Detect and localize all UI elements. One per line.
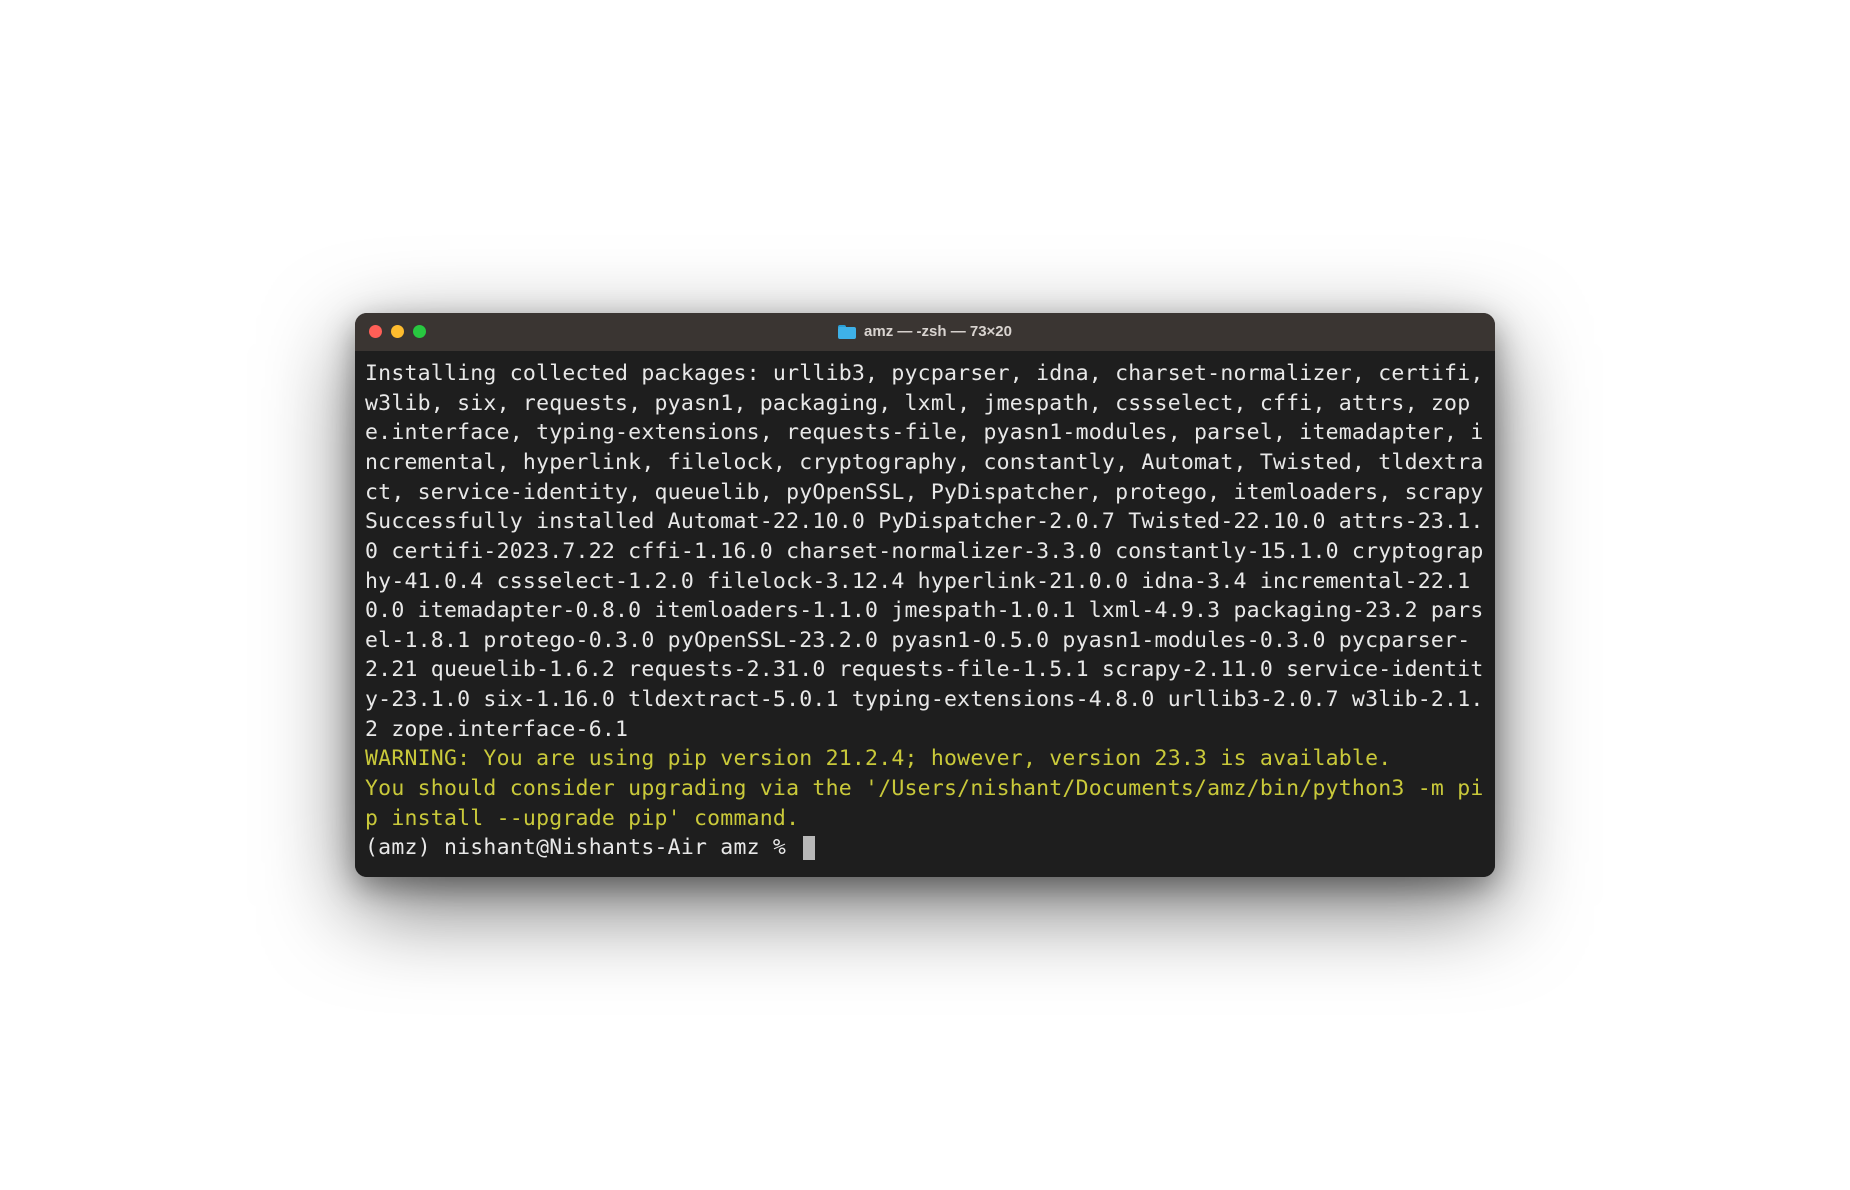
- window-controls: [369, 325, 426, 338]
- output-warning-2: You should consider upgrading via the '/…: [365, 774, 1485, 833]
- window-title-text: amz — -zsh — 73×20: [864, 323, 1012, 340]
- folder-icon: [838, 325, 856, 339]
- output-success: Successfully installed Automat-22.10.0 P…: [365, 507, 1485, 744]
- minimize-button[interactable]: [391, 325, 404, 338]
- maximize-button[interactable]: [413, 325, 426, 338]
- output-installing: Installing collected packages: urllib3, …: [365, 359, 1485, 507]
- window-title: amz — -zsh — 73×20: [838, 323, 1012, 340]
- prompt-text: (amz) nishant@Nishants-Air amz %: [365, 833, 799, 863]
- cursor[interactable]: [803, 836, 815, 860]
- window-titlebar: amz — -zsh — 73×20: [355, 313, 1495, 351]
- close-button[interactable]: [369, 325, 382, 338]
- prompt-line: (amz) nishant@Nishants-Air amz %: [365, 833, 1485, 863]
- terminal-output[interactable]: Installing collected packages: urllib3, …: [355, 351, 1495, 877]
- output-warning-1: WARNING: You are using pip version 21.2.…: [365, 744, 1485, 774]
- terminal-window: amz — -zsh — 73×20 Installing collected …: [355, 313, 1495, 877]
